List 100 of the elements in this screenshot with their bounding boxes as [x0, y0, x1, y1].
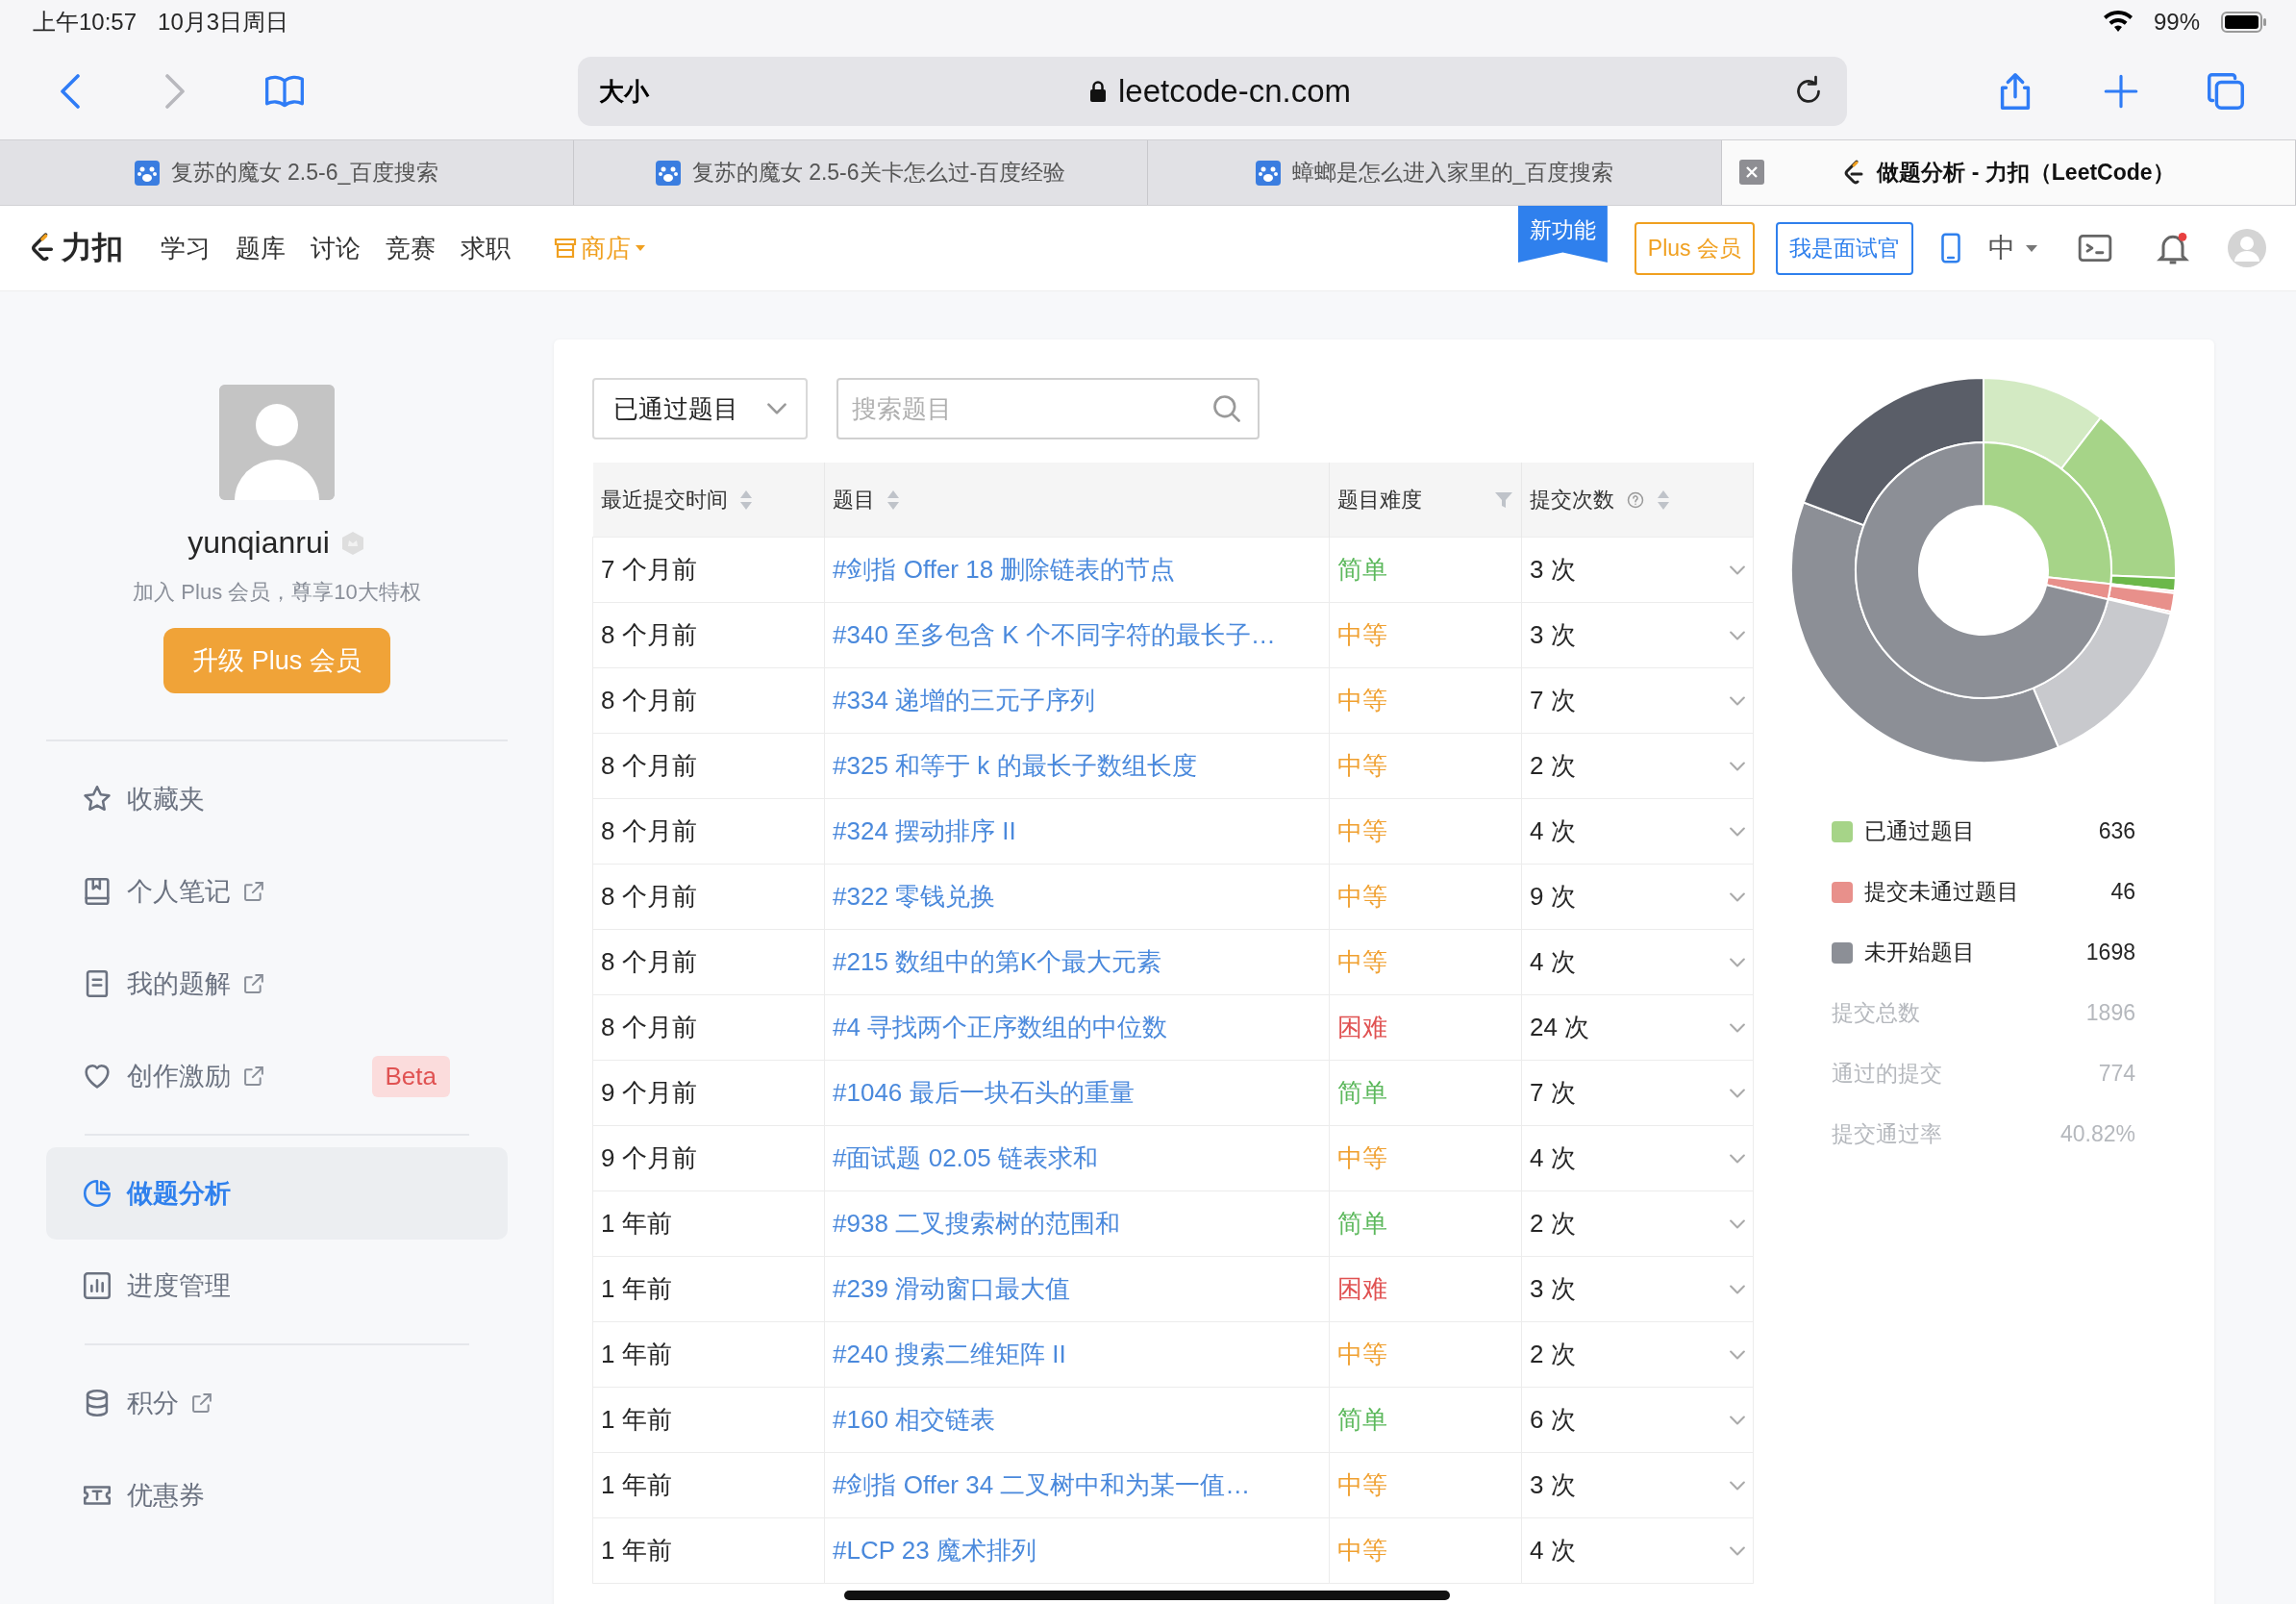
submission-count: 2 次: [1530, 1208, 1576, 1240]
expand-icon: [1730, 761, 1745, 771]
legend-count: 1698: [2085, 940, 2135, 965]
problem-link[interactable]: #面试题 02.05 链表求和: [824, 1125, 1330, 1191]
battery-percent: 99%: [2153, 8, 2200, 36]
legend-label: 已通过题目: [1864, 817, 1975, 845]
difficulty-cell: 困难: [1329, 994, 1522, 1061]
column-header[interactable]: 最近提交时间: [592, 463, 825, 538]
time-cell: 7 个月前: [592, 537, 825, 603]
site-logo-text[interactable]: 力扣: [62, 227, 123, 269]
time-cell: 8 个月前: [592, 994, 825, 1061]
nav-link[interactable]: 竞赛: [386, 231, 436, 265]
status-date: 10月3日周日: [158, 7, 289, 37]
status-dropdown[interactable]: 已通过题目: [592, 378, 808, 439]
problem-link[interactable]: #340 至多包含 K 个不同字符的最长子…: [824, 602, 1330, 668]
problem-link[interactable]: #239 滑动窗口最大值: [824, 1256, 1330, 1322]
problem-link[interactable]: #4 寻找两个正序数组的中位数: [824, 994, 1330, 1061]
expand-icon: [1730, 1349, 1745, 1360]
sidebar-item[interactable]: 创作激励 Beta: [46, 1030, 508, 1122]
paw-icon: [134, 160, 160, 186]
problem-link[interactable]: #剑指 Offer 18 删除链表的节点: [824, 537, 1330, 603]
browser-tab[interactable]: 做题分析 - 力扣（LeetCode）: [1722, 140, 2296, 205]
submission-count: 7 次: [1530, 1077, 1576, 1109]
problem-link[interactable]: #334 递增的三元子序列: [824, 667, 1330, 734]
submission-count: 3 次: [1530, 1273, 1576, 1305]
lock-icon: [1088, 80, 1107, 103]
problem-link[interactable]: #325 和等于 k 的最长子数组长度: [824, 733, 1330, 799]
language-menu[interactable]: 中: [1988, 230, 2038, 266]
problem-link[interactable]: #938 二叉搜索树的范围和: [824, 1190, 1330, 1257]
search-icon: [1213, 395, 1240, 422]
problem-link[interactable]: #LCP 23 魔术排列: [824, 1517, 1330, 1584]
difficulty-cell: 简单: [1329, 1060, 1522, 1126]
address-bar[interactable]: 大小 leetcode-cn.com: [577, 57, 1848, 126]
sidebar-item[interactable]: 优惠券: [46, 1449, 508, 1541]
problem-link[interactable]: #240 搜索二维矩阵 II: [824, 1321, 1330, 1388]
difficulty-cell: 中等: [1329, 1517, 1522, 1584]
problem-link[interactable]: #剑指 Offer 34 二叉树中和为某一值…: [824, 1452, 1330, 1518]
expand-icon: [1730, 1218, 1745, 1229]
promo-text: 加入 Plus 会员，尊享10大特权: [133, 579, 421, 606]
column-header[interactable]: 题目: [824, 463, 1330, 538]
submission-count: 7 次: [1530, 685, 1576, 716]
browser-tab[interactable]: 蟑螂是怎么进入家里的_百度搜索: [1148, 140, 1722, 205]
problem-link[interactable]: #322 零钱兑换: [824, 864, 1330, 930]
username: yunqianrui: [187, 525, 330, 561]
difficulty-cell: 简单: [1329, 1190, 1522, 1257]
nav-link[interactable]: 题库: [236, 231, 286, 265]
time-cell: 9 个月前: [592, 1060, 825, 1126]
sidebar-item[interactable]: 积分: [46, 1357, 508, 1449]
submission-count: 6 次: [1530, 1404, 1576, 1436]
sidebar-item[interactable]: 做题分析: [46, 1147, 508, 1240]
expand-icon: [1730, 826, 1745, 837]
problem-link[interactable]: #324 摆动排序 II: [824, 798, 1330, 865]
sidebar-item[interactable]: 收藏夹: [46, 753, 508, 845]
close-icon[interactable]: [1739, 160, 1764, 185]
stat-value: 774: [2098, 1061, 2135, 1087]
caret-icon: [2025, 243, 2038, 253]
nav-link[interactable]: 讨论: [311, 231, 361, 265]
column-header[interactable]: 提交次数: [1521, 463, 1754, 538]
time-cell: 8 个月前: [592, 929, 825, 995]
problem-link[interactable]: #215 数组中的第K个最大元素: [824, 929, 1330, 995]
sidebar-item[interactable]: 我的题解: [46, 938, 508, 1030]
text-size-button[interactable]: 大小: [598, 74, 649, 109]
beta-badge: Beta: [371, 1055, 450, 1097]
sidebar-item[interactable]: 进度管理: [46, 1240, 508, 1332]
time-cell: 8 个月前: [592, 733, 825, 799]
chevron-right-icon: [165, 74, 186, 109]
submission-count: 3 次: [1530, 619, 1576, 651]
browser-tab[interactable]: 复苏的魔女 2.5-6_百度搜索: [0, 140, 574, 205]
new-feature-badge[interactable]: 新功能: [1517, 206, 1608, 263]
expand-icon: [1730, 1415, 1745, 1425]
time-cell: 8 个月前: [592, 864, 825, 930]
submission-count: 9 次: [1530, 881, 1576, 913]
submission-count: 4 次: [1530, 1535, 1576, 1566]
submission-count: 2 次: [1530, 750, 1576, 782]
legend-count: 46: [2110, 879, 2135, 905]
stat-label: 通过的提交: [1832, 1060, 1942, 1088]
expand-icon: [1730, 1022, 1745, 1033]
search-field[interactable]: 搜索题目: [836, 378, 1260, 439]
browser-tab[interactable]: 复苏的魔女 2.5-6关卡怎么过-百度经验: [574, 140, 1148, 205]
time-cell: 1 年前: [592, 1517, 825, 1584]
paw-icon: [1255, 160, 1281, 186]
submission-count: 4 次: [1530, 815, 1576, 847]
legend-count: 636: [2098, 818, 2135, 844]
expand-icon: [1730, 1153, 1745, 1164]
submission-count: 3 次: [1530, 1469, 1576, 1501]
sidebar-item[interactable]: 个人笔记: [46, 845, 508, 938]
submission-count: 24 次: [1530, 1012, 1590, 1043]
time-cell: 8 个月前: [592, 798, 825, 865]
paw-icon: [655, 160, 681, 186]
problem-link[interactable]: #1046 最后一块石头的重量: [824, 1060, 1330, 1126]
submission-count: 3 次: [1530, 554, 1576, 586]
nav-link[interactable]: 学习: [161, 231, 211, 265]
status-time: 上午10:57: [33, 7, 137, 37]
chevron-left-icon: [60, 74, 80, 109]
nav-link[interactable]: 求职: [461, 231, 511, 265]
problem-link[interactable]: #160 相交链表: [824, 1387, 1330, 1453]
column-header[interactable]: 题目难度: [1329, 463, 1522, 538]
difficulty-cell: 中等: [1329, 929, 1522, 995]
interviewer-button[interactable]: 我是面试官: [1776, 221, 1913, 275]
stat-label: 提交总数: [1832, 999, 1920, 1027]
